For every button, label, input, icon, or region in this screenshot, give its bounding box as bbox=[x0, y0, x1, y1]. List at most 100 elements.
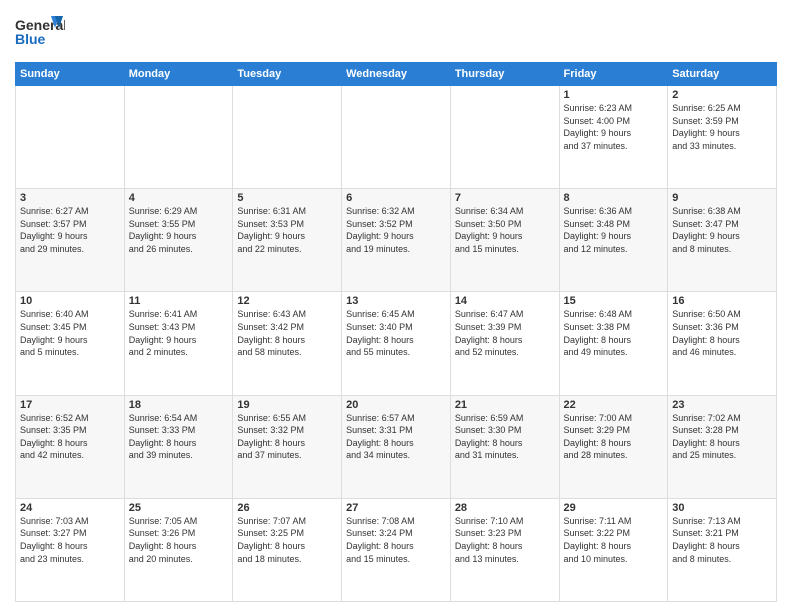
week-row-1: 1Sunrise: 6:23 AM Sunset: 4:00 PM Daylig… bbox=[16, 86, 777, 189]
calendar-cell: 6Sunrise: 6:32 AM Sunset: 3:52 PM Daylig… bbox=[342, 189, 451, 292]
weekday-header-row: SundayMondayTuesdayWednesdayThursdayFrid… bbox=[16, 63, 777, 86]
day-number: 24 bbox=[20, 502, 120, 514]
calendar-cell bbox=[16, 86, 125, 189]
calendar-cell: 26Sunrise: 7:07 AM Sunset: 3:25 PM Dayli… bbox=[233, 498, 342, 601]
week-row-5: 24Sunrise: 7:03 AM Sunset: 3:27 PM Dayli… bbox=[16, 498, 777, 601]
day-info: Sunrise: 6:27 AM Sunset: 3:57 PM Dayligh… bbox=[20, 205, 120, 255]
calendar-cell: 30Sunrise: 7:13 AM Sunset: 3:21 PM Dayli… bbox=[668, 498, 777, 601]
day-info: Sunrise: 7:05 AM Sunset: 3:26 PM Dayligh… bbox=[129, 515, 229, 565]
day-number: 4 bbox=[129, 192, 229, 204]
day-number: 3 bbox=[20, 192, 120, 204]
day-info: Sunrise: 6:55 AM Sunset: 3:32 PM Dayligh… bbox=[237, 412, 337, 462]
day-number: 25 bbox=[129, 502, 229, 514]
day-number: 19 bbox=[237, 399, 337, 411]
calendar-cell: 23Sunrise: 7:02 AM Sunset: 3:28 PM Dayli… bbox=[668, 395, 777, 498]
day-number: 20 bbox=[346, 399, 446, 411]
day-info: Sunrise: 6:45 AM Sunset: 3:40 PM Dayligh… bbox=[346, 308, 446, 358]
calendar-cell: 1Sunrise: 6:23 AM Sunset: 4:00 PM Daylig… bbox=[559, 86, 668, 189]
day-info: Sunrise: 6:57 AM Sunset: 3:31 PM Dayligh… bbox=[346, 412, 446, 462]
day-number: 6 bbox=[346, 192, 446, 204]
calendar-cell: 8Sunrise: 6:36 AM Sunset: 3:48 PM Daylig… bbox=[559, 189, 668, 292]
day-info: Sunrise: 6:31 AM Sunset: 3:53 PM Dayligh… bbox=[237, 205, 337, 255]
day-info: Sunrise: 6:38 AM Sunset: 3:47 PM Dayligh… bbox=[672, 205, 772, 255]
logo: General Blue bbox=[15, 14, 65, 56]
calendar-cell: 14Sunrise: 6:47 AM Sunset: 3:39 PM Dayli… bbox=[450, 292, 559, 395]
calendar-cell bbox=[342, 86, 451, 189]
calendar-cell: 11Sunrise: 6:41 AM Sunset: 3:43 PM Dayli… bbox=[124, 292, 233, 395]
day-number: 15 bbox=[564, 295, 664, 307]
day-number: 28 bbox=[455, 502, 555, 514]
calendar-cell: 9Sunrise: 6:38 AM Sunset: 3:47 PM Daylig… bbox=[668, 189, 777, 292]
weekday-header-tuesday: Tuesday bbox=[233, 63, 342, 86]
day-info: Sunrise: 6:54 AM Sunset: 3:33 PM Dayligh… bbox=[129, 412, 229, 462]
header: General Blue bbox=[15, 10, 777, 56]
week-row-3: 10Sunrise: 6:40 AM Sunset: 3:45 PM Dayli… bbox=[16, 292, 777, 395]
day-number: 27 bbox=[346, 502, 446, 514]
day-number: 18 bbox=[129, 399, 229, 411]
day-info: Sunrise: 6:52 AM Sunset: 3:35 PM Dayligh… bbox=[20, 412, 120, 462]
calendar-cell: 10Sunrise: 6:40 AM Sunset: 3:45 PM Dayli… bbox=[16, 292, 125, 395]
weekday-header-monday: Monday bbox=[124, 63, 233, 86]
week-row-4: 17Sunrise: 6:52 AM Sunset: 3:35 PM Dayli… bbox=[16, 395, 777, 498]
day-info: Sunrise: 6:34 AM Sunset: 3:50 PM Dayligh… bbox=[455, 205, 555, 255]
calendar-cell: 5Sunrise: 6:31 AM Sunset: 3:53 PM Daylig… bbox=[233, 189, 342, 292]
day-info: Sunrise: 7:08 AM Sunset: 3:24 PM Dayligh… bbox=[346, 515, 446, 565]
calendar-cell: 4Sunrise: 6:29 AM Sunset: 3:55 PM Daylig… bbox=[124, 189, 233, 292]
day-number: 16 bbox=[672, 295, 772, 307]
day-number: 8 bbox=[564, 192, 664, 204]
calendar-cell: 17Sunrise: 6:52 AM Sunset: 3:35 PM Dayli… bbox=[16, 395, 125, 498]
day-info: Sunrise: 7:02 AM Sunset: 3:28 PM Dayligh… bbox=[672, 412, 772, 462]
day-info: Sunrise: 6:32 AM Sunset: 3:52 PM Dayligh… bbox=[346, 205, 446, 255]
day-info: Sunrise: 6:59 AM Sunset: 3:30 PM Dayligh… bbox=[455, 412, 555, 462]
day-number: 5 bbox=[237, 192, 337, 204]
calendar-cell: 28Sunrise: 7:10 AM Sunset: 3:23 PM Dayli… bbox=[450, 498, 559, 601]
day-number: 21 bbox=[455, 399, 555, 411]
day-number: 13 bbox=[346, 295, 446, 307]
calendar-cell: 12Sunrise: 6:43 AM Sunset: 3:42 PM Dayli… bbox=[233, 292, 342, 395]
day-info: Sunrise: 7:07 AM Sunset: 3:25 PM Dayligh… bbox=[237, 515, 337, 565]
day-number: 30 bbox=[672, 502, 772, 514]
calendar-cell: 7Sunrise: 6:34 AM Sunset: 3:50 PM Daylig… bbox=[450, 189, 559, 292]
calendar-cell: 13Sunrise: 6:45 AM Sunset: 3:40 PM Dayli… bbox=[342, 292, 451, 395]
calendar-cell: 18Sunrise: 6:54 AM Sunset: 3:33 PM Dayli… bbox=[124, 395, 233, 498]
day-info: Sunrise: 6:47 AM Sunset: 3:39 PM Dayligh… bbox=[455, 308, 555, 358]
calendar-cell: 16Sunrise: 6:50 AM Sunset: 3:36 PM Dayli… bbox=[668, 292, 777, 395]
day-number: 12 bbox=[237, 295, 337, 307]
calendar-cell: 19Sunrise: 6:55 AM Sunset: 3:32 PM Dayli… bbox=[233, 395, 342, 498]
calendar-cell: 25Sunrise: 7:05 AM Sunset: 3:26 PM Dayli… bbox=[124, 498, 233, 601]
day-info: Sunrise: 6:50 AM Sunset: 3:36 PM Dayligh… bbox=[672, 308, 772, 358]
day-info: Sunrise: 6:40 AM Sunset: 3:45 PM Dayligh… bbox=[20, 308, 120, 358]
day-number: 11 bbox=[129, 295, 229, 307]
calendar-cell bbox=[124, 86, 233, 189]
page: General Blue SundayMondayTuesdayWednesda… bbox=[0, 0, 792, 612]
day-info: Sunrise: 6:41 AM Sunset: 3:43 PM Dayligh… bbox=[129, 308, 229, 358]
day-info: Sunrise: 6:25 AM Sunset: 3:59 PM Dayligh… bbox=[672, 102, 772, 152]
weekday-header-sunday: Sunday bbox=[16, 63, 125, 86]
weekday-header-wednesday: Wednesday bbox=[342, 63, 451, 86]
calendar-cell: 2Sunrise: 6:25 AM Sunset: 3:59 PM Daylig… bbox=[668, 86, 777, 189]
day-info: Sunrise: 6:23 AM Sunset: 4:00 PM Dayligh… bbox=[564, 102, 664, 152]
day-number: 2 bbox=[672, 89, 772, 101]
calendar-cell: 3Sunrise: 6:27 AM Sunset: 3:57 PM Daylig… bbox=[16, 189, 125, 292]
day-info: Sunrise: 7:10 AM Sunset: 3:23 PM Dayligh… bbox=[455, 515, 555, 565]
calendar-cell: 20Sunrise: 6:57 AM Sunset: 3:31 PM Dayli… bbox=[342, 395, 451, 498]
weekday-header-friday: Friday bbox=[559, 63, 668, 86]
day-number: 29 bbox=[564, 502, 664, 514]
day-info: Sunrise: 7:11 AM Sunset: 3:22 PM Dayligh… bbox=[564, 515, 664, 565]
day-info: Sunrise: 7:03 AM Sunset: 3:27 PM Dayligh… bbox=[20, 515, 120, 565]
day-number: 7 bbox=[455, 192, 555, 204]
day-number: 14 bbox=[455, 295, 555, 307]
day-info: Sunrise: 6:29 AM Sunset: 3:55 PM Dayligh… bbox=[129, 205, 229, 255]
day-number: 22 bbox=[564, 399, 664, 411]
day-info: Sunrise: 7:00 AM Sunset: 3:29 PM Dayligh… bbox=[564, 412, 664, 462]
day-number: 23 bbox=[672, 399, 772, 411]
svg-text:Blue: Blue bbox=[15, 31, 46, 47]
day-number: 17 bbox=[20, 399, 120, 411]
week-row-2: 3Sunrise: 6:27 AM Sunset: 3:57 PM Daylig… bbox=[16, 189, 777, 292]
calendar-cell bbox=[233, 86, 342, 189]
day-info: Sunrise: 6:43 AM Sunset: 3:42 PM Dayligh… bbox=[237, 308, 337, 358]
day-number: 10 bbox=[20, 295, 120, 307]
calendar-cell: 27Sunrise: 7:08 AM Sunset: 3:24 PM Dayli… bbox=[342, 498, 451, 601]
day-number: 26 bbox=[237, 502, 337, 514]
calendar-cell: 22Sunrise: 7:00 AM Sunset: 3:29 PM Dayli… bbox=[559, 395, 668, 498]
